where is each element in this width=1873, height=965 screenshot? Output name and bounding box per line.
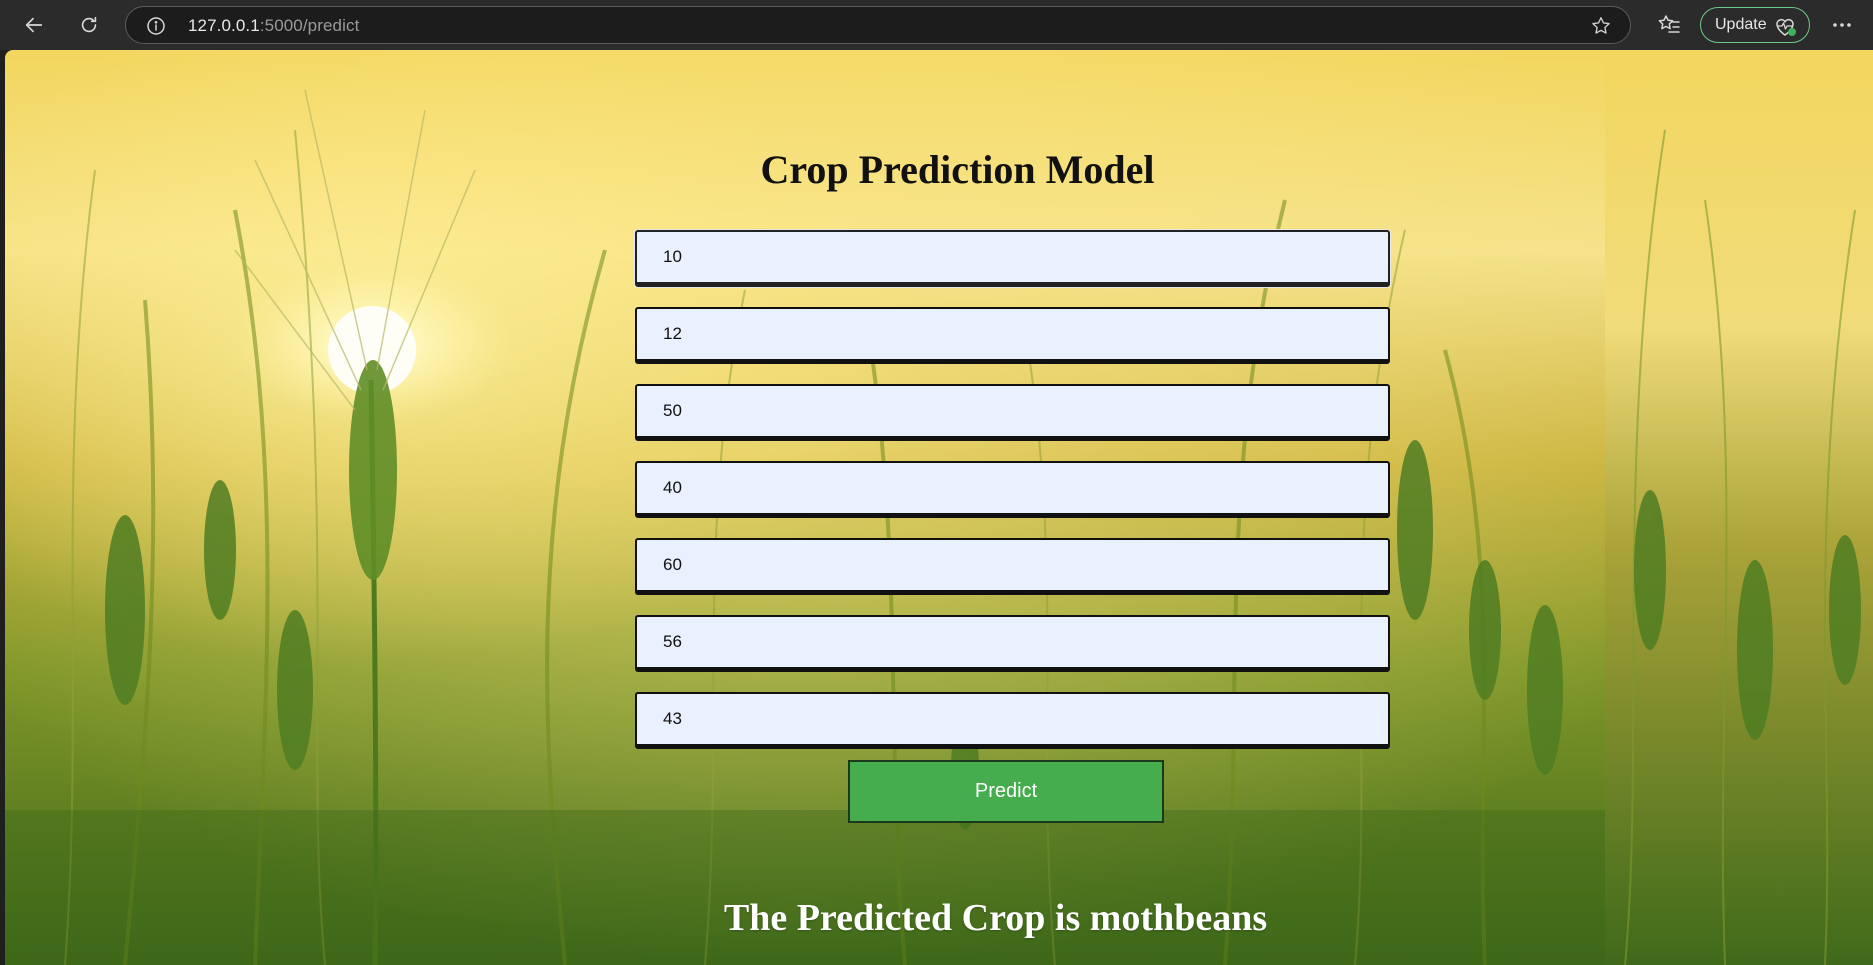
url-path: :5000/predict (259, 16, 360, 35)
input-field-3[interactable] (635, 384, 1390, 441)
address-bar[interactable]: 127.0.0.1:5000/predict (125, 6, 1631, 44)
predict-label: Predict (974, 780, 1038, 802)
input-field-6[interactable] (635, 615, 1390, 672)
back-button[interactable] (17, 8, 51, 42)
input-field-2[interactable] (635, 307, 1390, 364)
input-field-1[interactable] (635, 230, 1390, 287)
prediction-form (635, 230, 1390, 769)
favorites-icon[interactable] (1656, 12, 1682, 38)
browser-toolbar: 127.0.0.1:5000/predict Update (0, 0, 1873, 50)
url-text: 127.0.0.1:5000/predict (188, 16, 359, 36)
reload-icon (81, 16, 97, 33)
url-host: 127.0.0.1 (188, 16, 260, 35)
input-field-7[interactable] (635, 692, 1390, 749)
reload-button[interactable] (72, 8, 106, 42)
update-button[interactable]: Update (1700, 7, 1810, 43)
more-icon[interactable] (1827, 10, 1857, 40)
back-arrow-icon (25, 17, 43, 33)
input-field-5[interactable] (635, 538, 1390, 595)
update-label: Update (1715, 16, 1767, 33)
prediction-result: The Predicted Crop is mothbeans (723, 897, 1268, 939)
heart-icon (1776, 18, 1796, 36)
page-viewport: Crop Prediction Model Predict The Predic… (5, 50, 1873, 965)
predict-button[interactable]: Predict (848, 760, 1164, 823)
info-icon[interactable] (146, 16, 166, 36)
input-field-4[interactable] (635, 461, 1390, 518)
page-title: Crop Prediction Model (760, 147, 1155, 192)
star-icon[interactable] (1590, 15, 1612, 37)
